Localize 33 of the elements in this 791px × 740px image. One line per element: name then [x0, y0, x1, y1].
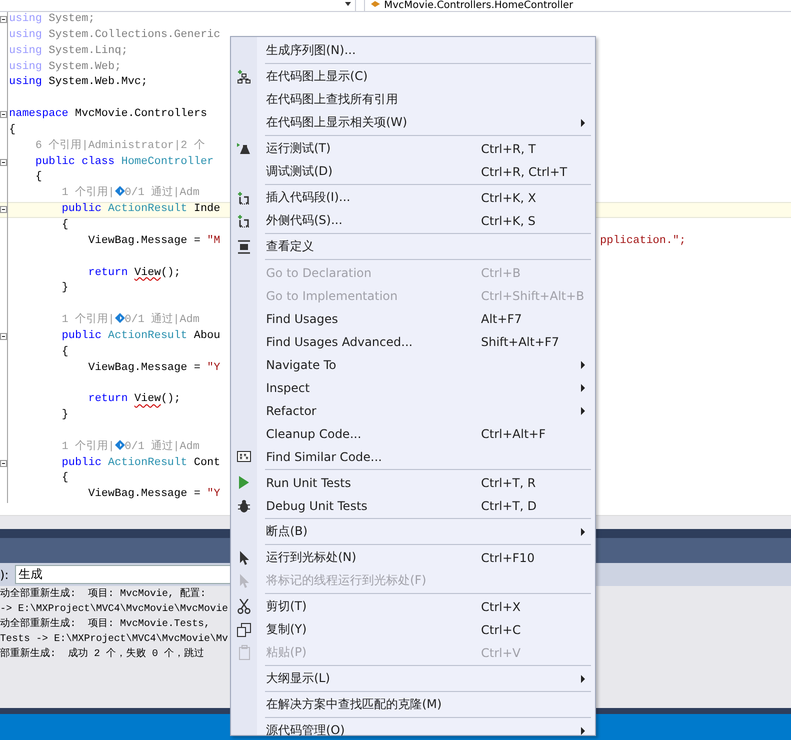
code-text: pplication.";	[599, 234, 686, 247]
output-line: -> E:\MXProject\MVC4\MvcMovie\MvcMovie	[0, 602, 229, 617]
code-line: using System;	[9, 13, 95, 25]
code-line: return View();	[87, 266, 181, 278]
code-line: using System.Linq;	[9, 44, 128, 57]
code-line: return View();	[87, 393, 181, 406]
output-line: Tests -> E:\MXProject\MVC4\MvcMovie\Mv	[0, 632, 229, 647]
code-line: {	[60, 472, 68, 484]
output-line: 动全部重新生成: 项目: MvcMovie, 配置:	[0, 587, 208, 602]
source-label: ):	[0, 568, 10, 582]
code-line: ViewBag.Message = "Y	[87, 488, 220, 500]
code-line: using System.Web.Mvc;	[9, 76, 148, 88]
code-line: 6 个引用|Administrator|2 个	[34, 140, 205, 152]
code-line: 1 个引用| 0/1 通过|Adm	[60, 440, 200, 453]
output-line: 部重新生成: 成功 2 个，失败 0 个，跳过	[0, 647, 206, 662]
code-line: namespace MvcMovie.Controllers	[9, 108, 208, 120]
code-line: using System.Web;	[9, 60, 122, 73]
code-line: }	[60, 409, 68, 422]
code-line: public class HomeController	[34, 156, 214, 168]
code-line: public ActionResult Cont	[60, 456, 220, 469]
code-line: {	[9, 124, 16, 136]
code-line: {	[60, 218, 68, 231]
code-line: public ActionResult Inde	[60, 203, 220, 216]
output-line: 动全部重新生成: 项目: MvcMovie.Tests,	[0, 617, 212, 632]
code-line: {	[34, 171, 42, 184]
code-line: public ActionResult Abou	[60, 330, 220, 342]
code-line: using System.Collections.Generic	[9, 28, 220, 41]
code-line: 1 个引用| 0/1 通过|Adm	[60, 314, 200, 326]
code-line: ViewBag.Message = "M	[87, 234, 220, 247]
code-line: ViewBag.Message = "Y	[87, 362, 220, 374]
code-line: {	[60, 346, 68, 358]
code-line: }	[60, 282, 68, 294]
code-line: 1 个引用| 0/1 通过|Adm	[60, 187, 200, 200]
